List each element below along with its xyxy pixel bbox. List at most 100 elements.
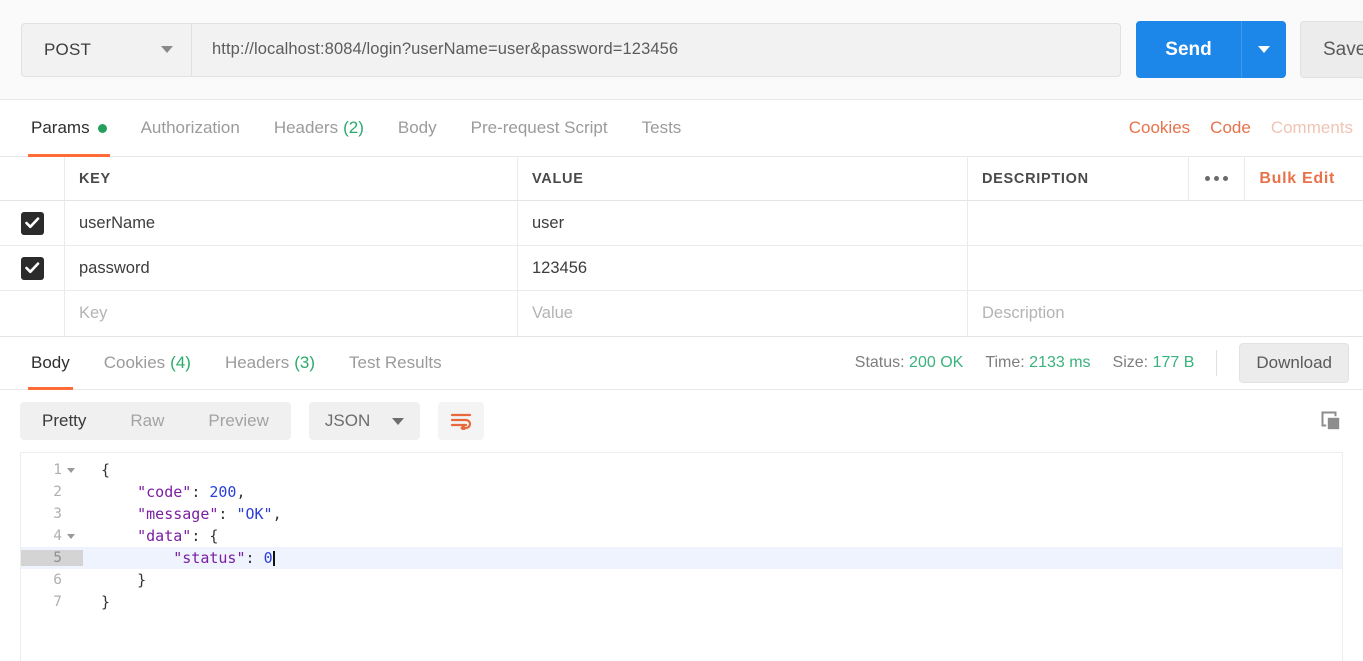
code-line-text: "code": 200,: [101, 483, 246, 501]
row-description-input[interactable]: [968, 201, 1363, 245]
postman-request-response-view: POST http://localhost:8084/login?userNam…: [0, 0, 1363, 661]
params-table-header: KEY VALUE DESCRIPTION Bulk Edit: [0, 157, 1363, 201]
header-key: KEY: [65, 157, 518, 200]
code-lines: 1{2 "code": 200, 3 "message": "OK", 4 "dat…: [21, 453, 1342, 661]
row-checkbox-cell: [0, 201, 65, 245]
download-button[interactable]: Download: [1239, 343, 1349, 383]
chevron-down-icon: [1258, 46, 1270, 53]
word-wrap-icon: [451, 413, 472, 430]
view-raw-button[interactable]: Raw: [108, 402, 186, 440]
row-enabled-checkbox[interactable]: [20, 211, 44, 235]
request-url-input[interactable]: http://localhost:8084/login?userName=use…: [191, 22, 1121, 77]
params-header-actions: Bulk Edit: [1188, 157, 1349, 200]
word-wrap-toggle[interactable]: [438, 402, 485, 440]
code-line-text: "data": {: [101, 527, 219, 545]
row-value-input[interactable]: user: [518, 201, 968, 245]
send-button[interactable]: Send: [1136, 21, 1241, 78]
line-number: 5: [21, 550, 83, 566]
tab-pre-request-script-label: Pre-request Script: [470, 118, 608, 137]
code-line: 4 "data": {: [21, 525, 1342, 547]
header-value: VALUE: [518, 157, 968, 200]
request-tab-links: Cookies Code Comments: [1119, 100, 1363, 156]
view-preview-button[interactable]: Preview: [186, 402, 290, 440]
tab-headers-count: (2): [343, 118, 364, 137]
text-cursor: [272, 551, 275, 566]
row-enabled-checkbox[interactable]: [20, 256, 44, 280]
header-description-label: DESCRIPTION: [982, 170, 1089, 187]
row-key-input[interactable]: userName: [65, 201, 518, 245]
copy-icon: [1321, 411, 1341, 431]
params-table: KEY VALUE DESCRIPTION Bulk Edit userName…: [0, 157, 1363, 337]
copy-response-button[interactable]: [1319, 409, 1343, 433]
code-line-text: }: [101, 571, 147, 589]
save-button[interactable]: Save: [1300, 21, 1363, 78]
tab-test-results[interactable]: Test Results: [332, 337, 459, 389]
line-number: 6: [53, 572, 62, 588]
code-line-text: }: [101, 593, 111, 611]
line-number: 4: [21, 528, 83, 544]
line-number: 2: [53, 484, 62, 500]
view-pretty-button[interactable]: Pretty: [20, 402, 108, 440]
tab-params[interactable]: Params: [14, 100, 124, 157]
response-view-switch: Pretty Raw Preview: [20, 402, 291, 440]
send-options-button[interactable]: [1241, 21, 1286, 78]
divider: [1216, 350, 1218, 376]
tab-body[interactable]: Body: [381, 100, 454, 156]
time-value: 2133 ms: [1029, 354, 1091, 371]
table-row: password 123456: [0, 246, 1363, 291]
request-url-bar: POST http://localhost:8084/login?userNam…: [0, 0, 1363, 100]
new-row-checkbox-cell: [0, 291, 65, 336]
code-link[interactable]: Code: [1200, 118, 1261, 138]
bulk-edit-button[interactable]: Bulk Edit: [1244, 157, 1349, 200]
code-line: 6 }: [21, 569, 1342, 591]
table-row-new: Key Value Description: [0, 291, 1363, 336]
size-label: Size:: [1112, 354, 1149, 371]
size-value: 177 B: [1152, 354, 1195, 371]
code-line: 2 "code": 200,: [21, 481, 1342, 503]
code-line: 5 "status": 0: [21, 547, 1342, 569]
fold-toggle-icon[interactable]: [67, 467, 75, 473]
ellipsis-icon[interactable]: [1188, 157, 1244, 200]
response-body-viewer[interactable]: 1{2 "code": 200, 3 "message": "OK", 4 "dat…: [20, 452, 1343, 661]
tab-params-label: Params: [31, 118, 90, 137]
code-line: 1{: [21, 459, 1342, 481]
tab-authorization[interactable]: Authorization: [124, 100, 257, 156]
code-line: 3 "message": "OK",: [21, 503, 1342, 525]
row-description-input[interactable]: [968, 246, 1363, 290]
status-value: 200 OK: [909, 354, 964, 371]
table-row: userName user: [0, 201, 1363, 246]
tab-pre-request-script[interactable]: Pre-request Script: [454, 100, 625, 156]
tab-response-cookies[interactable]: Cookies (4): [87, 337, 208, 389]
tab-test-results-label: Test Results: [349, 353, 442, 372]
line-number: 7: [53, 594, 62, 610]
tab-response-headers-label: Headers: [224, 353, 290, 372]
time-label: Time:: [985, 354, 1025, 371]
new-row-description-input[interactable]: Description: [968, 291, 1363, 336]
line-number: 3: [53, 506, 62, 522]
code-line: 7}: [21, 591, 1342, 613]
send-button-group: Send: [1136, 21, 1286, 78]
header-description: DESCRIPTION Bulk Edit: [968, 157, 1363, 200]
tab-response-cookies-count: (4): [170, 353, 191, 372]
row-value-input[interactable]: 123456: [518, 246, 968, 290]
status-badge: Status: 200 OK: [855, 354, 964, 372]
tab-headers[interactable]: Headers (2): [257, 100, 381, 156]
tab-authorization-label: Authorization: [140, 118, 240, 137]
tab-response-body[interactable]: Body: [14, 337, 87, 390]
row-key-input[interactable]: password: [65, 246, 518, 290]
url-input-group: POST http://localhost:8084/login?userNam…: [21, 22, 1121, 77]
new-row-value-input[interactable]: Value: [518, 291, 968, 336]
row-checkbox-cell: [0, 246, 65, 290]
tab-tests-label: Tests: [641, 118, 682, 137]
response-language-select[interactable]: JSON: [308, 402, 421, 440]
new-row-key-input[interactable]: Key: [65, 291, 518, 336]
tab-response-headers[interactable]: Headers (3): [208, 337, 332, 389]
code-line-text: {: [101, 461, 111, 479]
comments-link[interactable]: Comments: [1261, 118, 1363, 138]
tab-body-label: Body: [397, 118, 437, 137]
tab-tests[interactable]: Tests: [625, 100, 699, 156]
http-method-select[interactable]: POST: [21, 22, 191, 77]
chevron-down-icon: [392, 417, 405, 425]
fold-toggle-icon[interactable]: [67, 533, 75, 539]
cookies-link[interactable]: Cookies: [1119, 118, 1200, 138]
